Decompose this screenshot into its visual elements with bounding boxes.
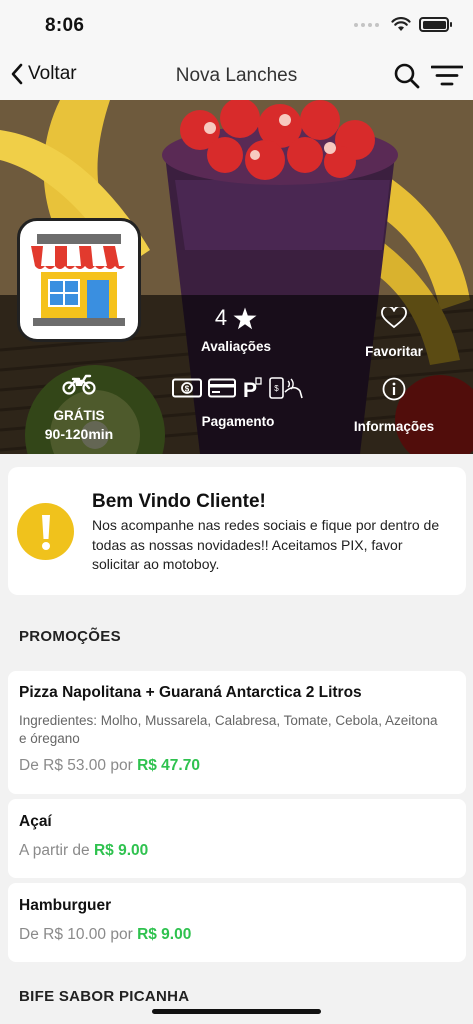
- product-card[interactable]: Pizza Napolitana + Guaraná Antarctica 2 …: [8, 671, 466, 794]
- rating-stat[interactable]: 4 Avaliações: [190, 305, 282, 354]
- storefront-icon: [31, 234, 127, 326]
- store-header: 4 Avaliações Favoritar GRÁTIS 90-120min: [0, 100, 473, 454]
- nav-bar: Voltar Nova Lanches: [0, 50, 473, 100]
- motorcycle-icon: [62, 374, 96, 395]
- cash-icon: $: [172, 378, 202, 398]
- favorite-label: Favoritar: [365, 344, 423, 359]
- section-title-bife: BIFE SABOR PICANHA: [19, 988, 190, 1005]
- contactless-icon: $: [269, 377, 303, 399]
- store-logo: [17, 218, 141, 342]
- product-price: De R$ 53.00 por R$ 47.70: [19, 757, 200, 775]
- info-label: Informações: [353, 419, 435, 434]
- product-description: Ingredientes: Molho, Mussarela, Calabres…: [19, 713, 438, 746]
- welcome-text: Nos acompanhe nas redes sociais e fique …: [92, 517, 440, 572]
- price-value: R$ 9.00: [93, 842, 149, 859]
- parking-icon: P: [243, 377, 262, 399]
- delivery-time: 90-120min: [44, 426, 114, 442]
- price-prefix: De R$ 53.00 por: [19, 757, 133, 774]
- search-icon[interactable]: [393, 62, 421, 90]
- payment-methods[interactable]: $ P $ Pagamento: [168, 376, 308, 429]
- product-price: De R$ 10.00 por R$ 9.00: [19, 926, 191, 944]
- product-card[interactable]: Açaí A partir de R$ 9.00: [8, 799, 466, 878]
- welcome-card: Bem Vindo Cliente! Nos acompanhe nas red…: [8, 467, 466, 595]
- price-value: R$ 47.70: [137, 757, 200, 774]
- price-value: R$ 9.00: [137, 926, 192, 943]
- status-bar: 8:06: [0, 0, 473, 50]
- warning-icon: [17, 503, 74, 560]
- info-button[interactable]: Informações: [345, 377, 443, 434]
- cellular-signal-icon: [354, 22, 379, 27]
- status-icons: [354, 17, 452, 32]
- favorite-button[interactable]: Favoritar: [350, 305, 438, 359]
- wifi-icon: [391, 17, 411, 31]
- rating-label: Avaliações: [200, 339, 272, 354]
- delivery-fee: GRÁTIS: [53, 408, 105, 423]
- star-icon: [233, 307, 257, 329]
- price-prefix: De R$ 10.00 por: [19, 926, 133, 943]
- home-indicator: [152, 1009, 321, 1014]
- delivery-stat: GRÁTIS 90-120min: [30, 373, 128, 442]
- product-name: Pizza Napolitana + Guaraná Antarctica 2 …: [19, 684, 362, 701]
- price-prefix: A partir de: [19, 842, 90, 859]
- battery-icon: [419, 17, 452, 32]
- heart-icon: [381, 305, 407, 329]
- svg-text:P: P: [243, 379, 257, 399]
- info-icon: [382, 377, 406, 401]
- product-price: A partir de R$ 9.00: [19, 842, 148, 860]
- product-name: Açaí: [19, 813, 52, 830]
- svg-text:$: $: [185, 385, 190, 394]
- svg-text:$: $: [274, 384, 279, 393]
- payment-label: Pagamento: [201, 414, 275, 429]
- filter-icon[interactable]: [431, 64, 463, 88]
- section-title-promocoes: PROMOÇÕES: [19, 628, 121, 645]
- product-name: Hamburguer: [19, 897, 112, 914]
- welcome-title: Bem Vindo Cliente!: [92, 491, 266, 512]
- status-time: 8:06: [45, 15, 85, 36]
- card-icon: [208, 378, 236, 398]
- product-card[interactable]: Hamburguer De R$ 10.00 por R$ 9.00: [8, 883, 466, 962]
- rating-value: 4: [214, 305, 228, 330]
